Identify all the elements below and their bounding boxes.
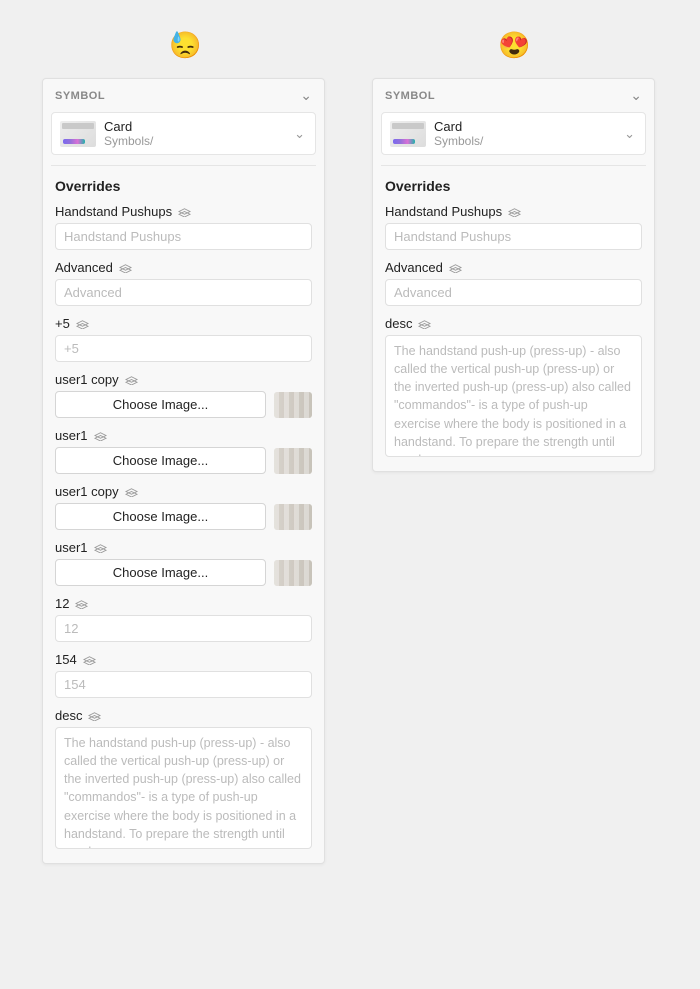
layer-icon [88,710,101,721]
section-header[interactable]: SYMBOL ⌄ [373,79,654,112]
choose-image-button[interactable]: Choose Image... [55,559,266,586]
symbol-thumbnail [60,121,96,147]
choose-image-button[interactable]: Choose Image... [55,503,266,530]
overrides-title: Overrides [373,176,654,204]
desc-textarea[interactable]: The handstand push-up (press-up) - also … [385,335,642,457]
emoji-left: 😓 [169,30,201,61]
chevron-down-icon: ⌄ [630,87,642,104]
field-label: Handstand Pushups [55,204,172,219]
symbol-path: Symbols/ [104,134,153,148]
plus5-input[interactable]: +5 [55,335,312,362]
chevron-down-icon: ⌄ [294,126,305,142]
symbol-selector[interactable]: Card Symbols/ ⌄ [51,112,316,155]
field-label: user1 copy [55,372,119,387]
emoji-right: 😍 [498,30,530,61]
symbol-selector[interactable]: Card Symbols/ ⌄ [381,112,646,155]
image-thumbnail[interactable] [274,392,312,418]
field-label: Handstand Pushups [385,204,502,219]
field-label: Advanced [385,260,443,275]
section-title: SYMBOL [385,90,435,102]
layer-icon [508,206,521,217]
advanced-input[interactable]: Advanced [55,279,312,306]
symbol-name: Card [434,119,483,134]
symbol-name: Card [104,119,153,134]
image-thumbnail[interactable] [274,560,312,586]
chevron-down-icon: ⌄ [624,126,635,142]
field-label: 154 [55,652,77,667]
overrides-title: Overrides [43,176,324,204]
layer-icon [75,598,88,609]
layer-icon [119,262,132,273]
divider [381,165,646,166]
layer-icon [418,318,431,329]
field-label: user1 [55,540,88,555]
handstand-input[interactable]: Handstand Pushups [55,223,312,250]
layer-icon [94,542,107,553]
n12-input[interactable]: 12 [55,615,312,642]
field-label: user1 copy [55,484,119,499]
choose-image-button[interactable]: Choose Image... [55,391,266,418]
desc-textarea[interactable]: The handstand push-up (press-up) - also … [55,727,312,849]
layer-icon [83,654,96,665]
divider [51,165,316,166]
symbol-path: Symbols/ [434,134,483,148]
layer-icon [125,374,138,385]
image-thumbnail[interactable] [274,504,312,530]
panel-left: SYMBOL ⌄ Card Symbols/ ⌄ Overrides Hands… [42,78,325,864]
layer-icon [449,262,462,273]
layer-icon [125,486,138,497]
section-header[interactable]: SYMBOL ⌄ [43,79,324,112]
choose-image-button[interactable]: Choose Image... [55,447,266,474]
n154-input[interactable]: 154 [55,671,312,698]
field-label: desc [55,708,82,723]
chevron-down-icon: ⌄ [300,87,312,104]
field-label: Advanced [55,260,113,275]
field-label: desc [385,316,412,331]
layer-icon [178,206,191,217]
layer-icon [94,430,107,441]
layer-icon [76,318,89,329]
symbol-thumbnail [390,121,426,147]
field-label: 12 [55,596,69,611]
field-label: user1 [55,428,88,443]
image-thumbnail[interactable] [274,448,312,474]
advanced-input[interactable]: Advanced [385,279,642,306]
panel-right: SYMBOL ⌄ Card Symbols/ ⌄ Overrides Hands… [372,78,655,472]
handstand-input[interactable]: Handstand Pushups [385,223,642,250]
field-label: +5 [55,316,70,331]
section-title: SYMBOL [55,90,105,102]
